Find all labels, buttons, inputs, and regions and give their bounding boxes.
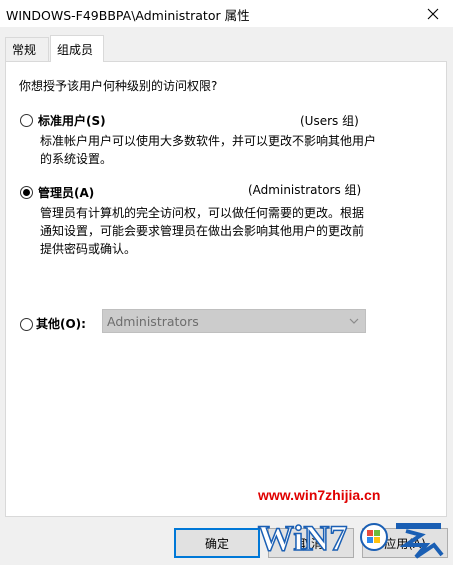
- window-title: WINDOWS-F49BBPA\Administrator 属性: [6, 8, 250, 23]
- tab-general[interactable]: 常规: [5, 37, 49, 61]
- tab-group-membership-label: 组成员: [57, 42, 94, 57]
- watermark: www.win7zhijia.cn WiN7: [256, 485, 453, 565]
- close-button[interactable]: [413, 0, 453, 27]
- other-label[interactable]: 其他(O):: [36, 315, 86, 332]
- administrators-group-label: (Administrators 组): [248, 183, 362, 197]
- close-icon: [427, 8, 439, 19]
- windows-logo-icon: WiN7: [257, 517, 444, 559]
- standard-user-description: 标准帐户用户可以使用大多数软件，并可以更改不影响其他用户的系统设置。: [40, 134, 377, 166]
- access-level-question: 你想授予该用户何种级别的访问权限?: [19, 79, 218, 93]
- tab-general-label: 常规: [12, 43, 37, 57]
- other-radio[interactable]: [20, 318, 33, 331]
- chevron-down-icon: [349, 318, 359, 324]
- other-group-select-value: Administrators: [107, 313, 199, 329]
- ok-button-label: 确定: [204, 536, 229, 551]
- administrator-radio[interactable]: [20, 186, 33, 199]
- svg-text:WiN7: WiN7: [258, 518, 347, 558]
- users-group-label: (Users 组): [300, 114, 359, 128]
- standard-user-label[interactable]: 标准用户(S): [38, 112, 106, 129]
- properties-dialog: WINDOWS-F49BBPA\Administrator 属性 常规 组成员 …: [0, 0, 453, 565]
- other-group-select[interactable]: Administrators: [102, 309, 366, 333]
- tab-group-membership[interactable]: 组成员: [50, 35, 104, 62]
- watermark-url: www.win7zhijia.cn: [258, 487, 381, 503]
- administrator-description: 管理员有计算机的完全访问权，可以做任何需要的更改。根据通知设置，可能会要求管理员…: [40, 206, 365, 256]
- administrator-label[interactable]: 管理员(A): [38, 184, 94, 201]
- ok-button[interactable]: 确定: [174, 528, 260, 558]
- tab-strip: 常规 组成员: [0, 35, 453, 62]
- title-bar[interactable]: WINDOWS-F49BBPA\Administrator 属性: [0, 0, 453, 27]
- standard-user-radio[interactable]: [20, 114, 33, 127]
- group-membership-panel: 你想授予该用户何种级别的访问权限? 标准用户(S) (Users 组) 标准帐户…: [5, 61, 447, 517]
